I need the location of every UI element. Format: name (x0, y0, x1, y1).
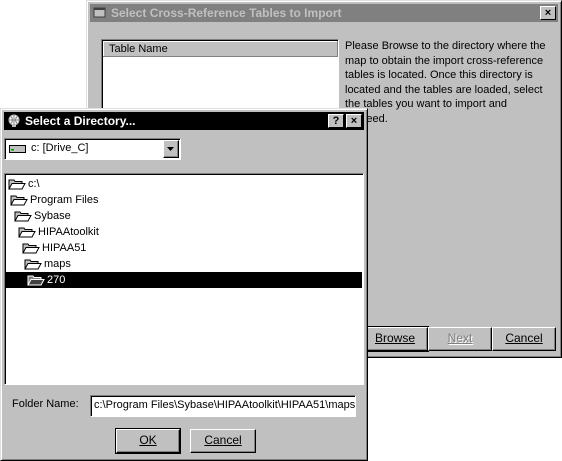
cancel-button[interactable]: Cancel (492, 327, 556, 351)
chevron-down-icon (167, 147, 174, 152)
open-folder-icon (24, 259, 42, 270)
tree-item-hipaa51[interactable]: HIPAA51 (22, 240, 86, 256)
import-dialog-close-button[interactable]: × (540, 6, 556, 20)
tree-item-270[interactable]: 270 (6, 272, 362, 288)
help-button[interactable]: ? (328, 114, 344, 128)
drive-icon (9, 145, 26, 153)
window-icon (93, 7, 106, 18)
folder-name-value: c:\Program Files\Sybase\HIPAAtoolkit\HIP… (94, 399, 356, 411)
tree-item-label: 270 (47, 274, 66, 286)
cancel-button-label: Cancel (505, 331, 543, 345)
directory-dialog-title: Select a Directory... (25, 114, 136, 128)
tree-item-label: HIPAAtoolkit (38, 226, 99, 238)
directory-dialog-titlebar[interactable]: Select a Directory... ? × (4, 112, 364, 130)
open-folder-icon (10, 195, 28, 206)
instructions-text: Please Browse to the directory where the… (345, 40, 546, 125)
open-folder-icon (22, 243, 40, 254)
tree-item-c-root[interactable]: c:\ (8, 176, 40, 192)
next-button-label: Next (447, 331, 473, 345)
ok-button-label: OK (139, 433, 157, 447)
next-button[interactable]: Next (428, 327, 492, 351)
tree-item-maps[interactable]: maps (24, 256, 71, 272)
browse-button[interactable]: Browse (361, 326, 429, 352)
browse-button-label: Browse (374, 331, 415, 345)
open-folder-icon (8, 179, 26, 190)
tree-item-sybase[interactable]: Sybase (14, 208, 71, 224)
drive-dropdown-button[interactable] (163, 140, 179, 158)
directory-cancel-button-label: Cancel (204, 433, 242, 447)
tree-item-label: c:\ (28, 178, 40, 190)
open-folder-icon (14, 211, 32, 222)
table-name-column-header[interactable]: Table Name (103, 41, 338, 57)
drive-select[interactable]: c: [Drive_C] (4, 138, 181, 160)
globe-icon (8, 114, 20, 127)
import-dialog-titlebar[interactable]: Select Cross-Reference Tables to Import … (90, 4, 558, 22)
tree-item-label: Program Files (30, 194, 99, 206)
ok-button[interactable]: OK (115, 428, 181, 454)
tree-item-label: Sybase (34, 210, 71, 222)
tree-item-label: maps (44, 258, 71, 270)
tree-item-hipaatoolkit[interactable]: HIPAAtoolkit (18, 224, 99, 240)
drive-select-value: c: [Drive_C] (31, 142, 89, 154)
folder-name-field[interactable]: c:\Program Files\Sybase\HIPAAtoolkit\HIP… (90, 395, 356, 417)
open-folder-icon (18, 227, 36, 238)
open-folder-icon (27, 275, 45, 286)
directory-tree[interactable]: c:\ Program Files Sybase HIPAAtoolkit HI… (4, 173, 364, 385)
folder-name-label: Folder Name: (12, 398, 79, 410)
import-dialog-title: Select Cross-Reference Tables to Import (111, 6, 342, 20)
tree-item-label: HIPAA51 (42, 242, 87, 254)
directory-cancel-button[interactable]: Cancel (190, 429, 256, 453)
directory-dialog: Select a Directory... ? × c: [Drive_C] c… (0, 108, 368, 461)
directory-dialog-close-button[interactable]: × (346, 114, 362, 128)
tree-item-program-files[interactable]: Program Files (10, 192, 98, 208)
